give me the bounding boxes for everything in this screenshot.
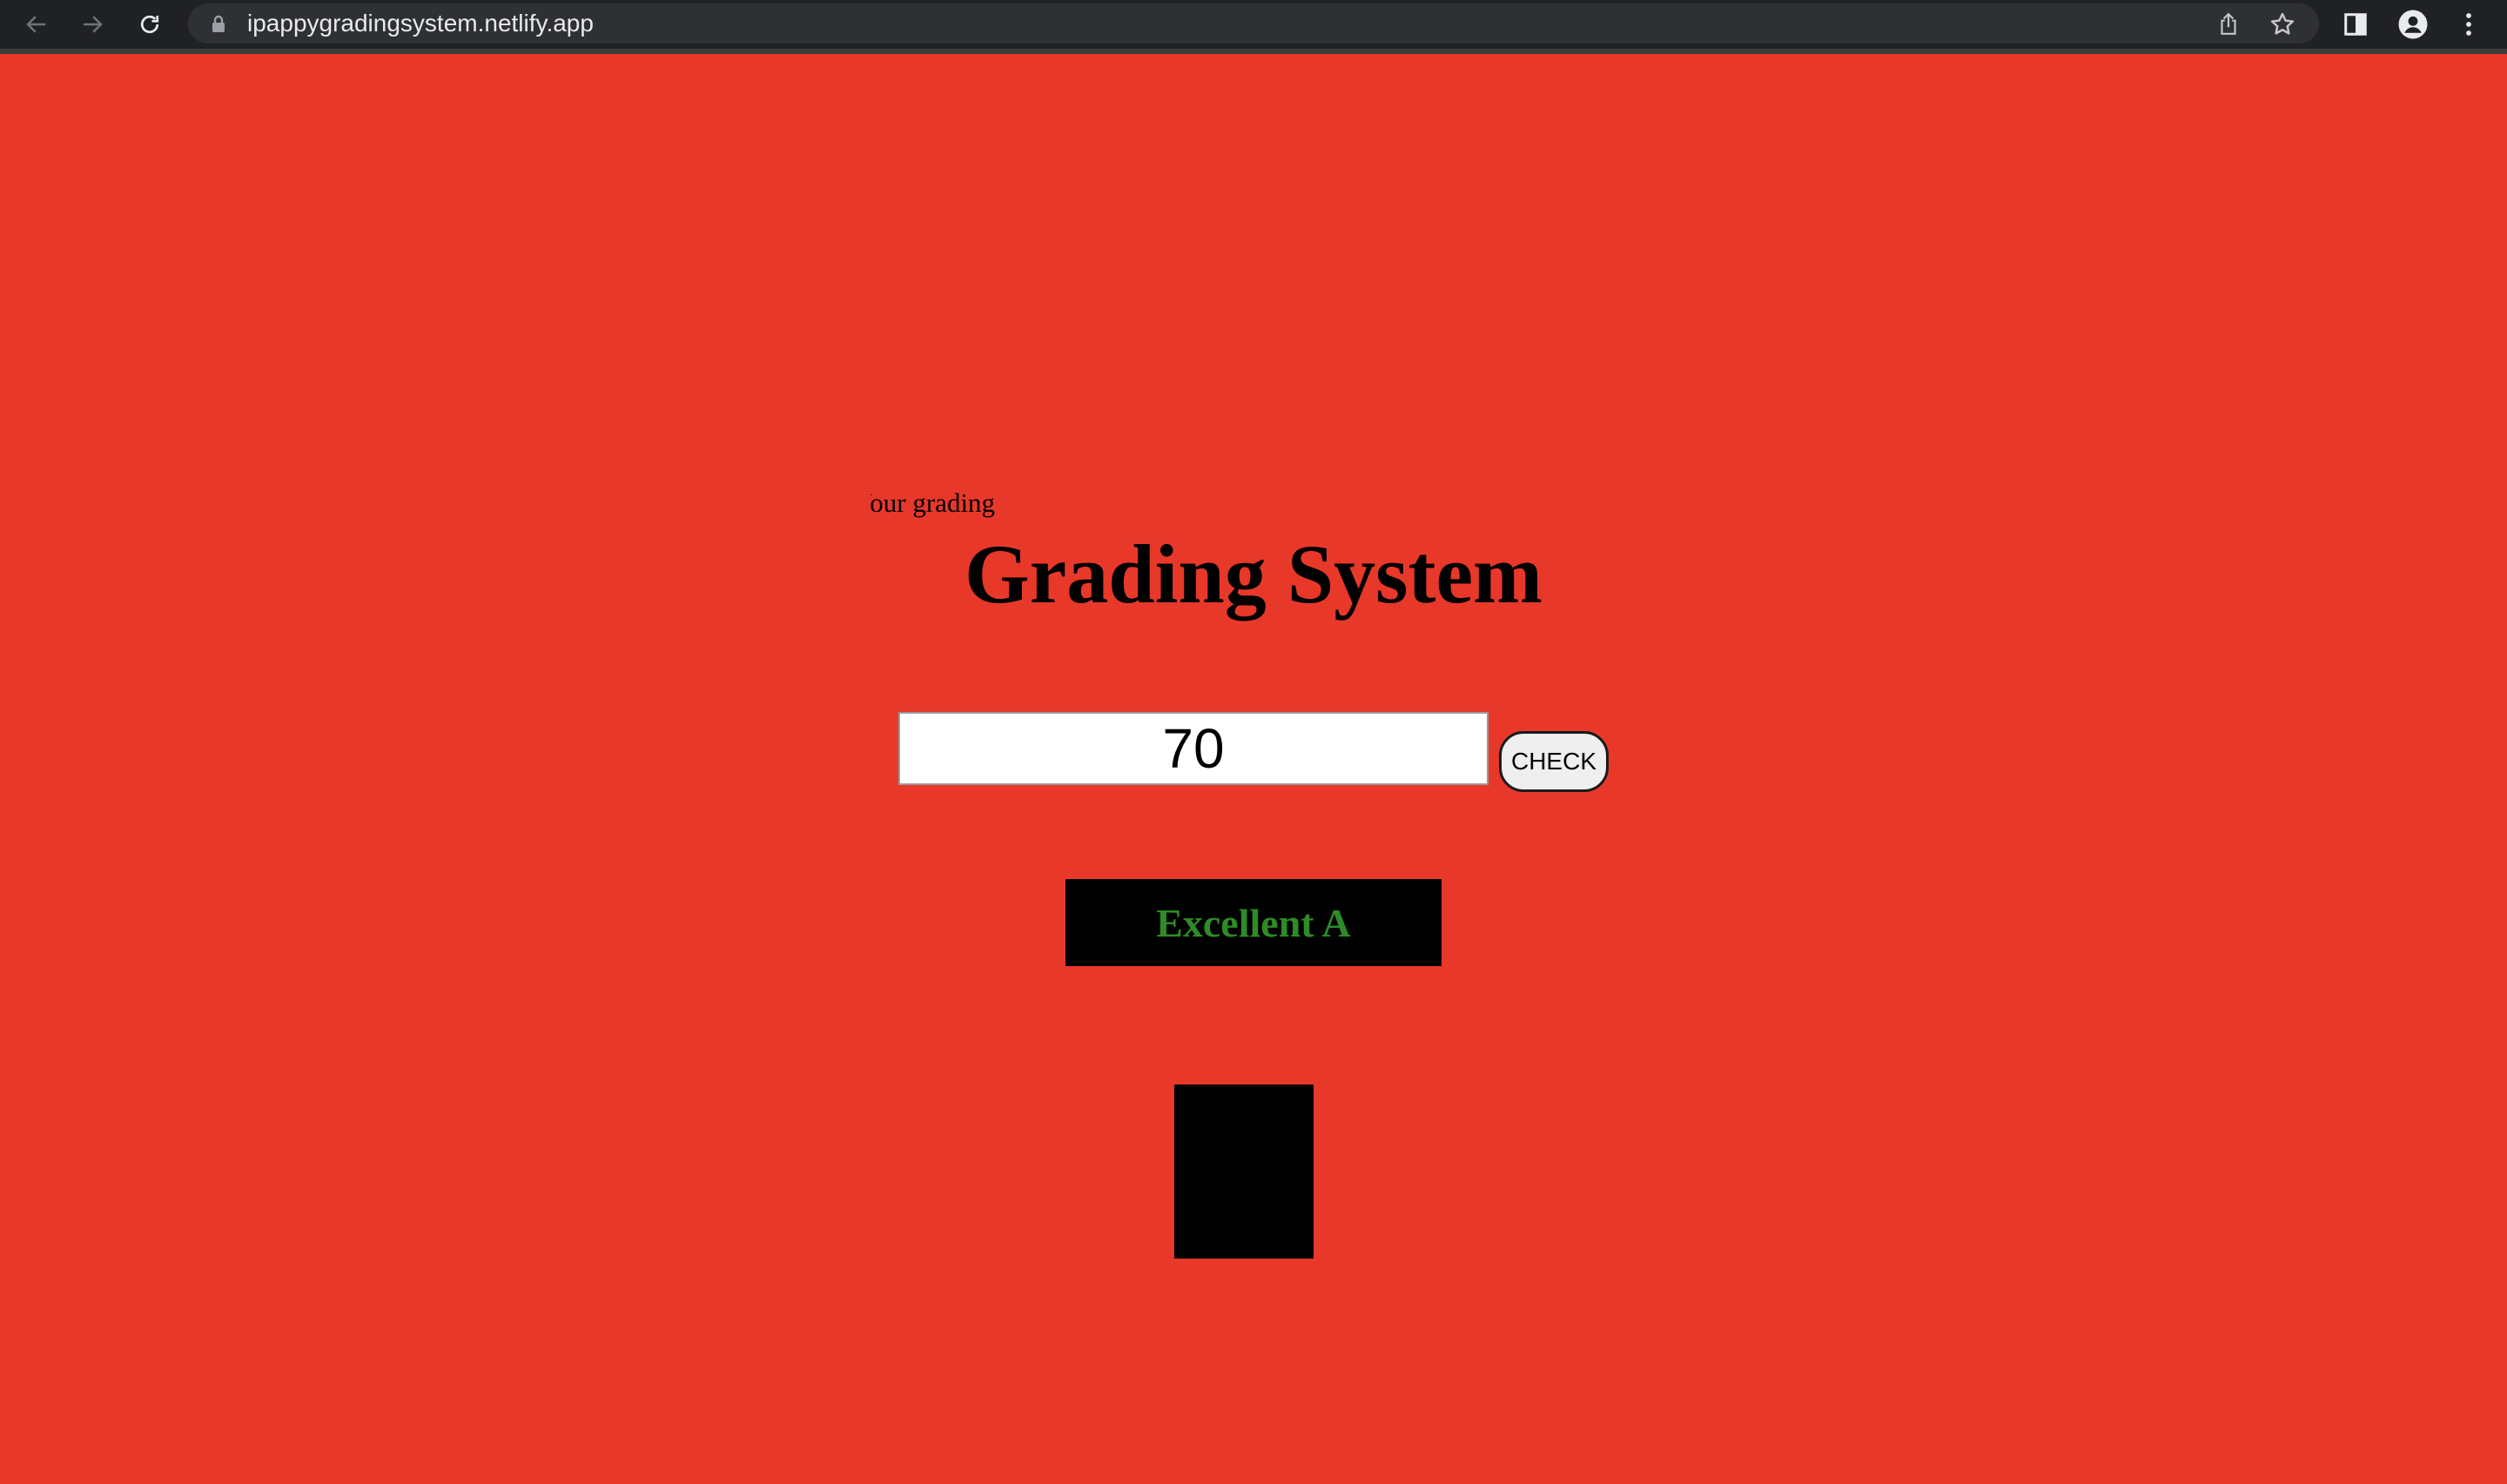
back-arrow-icon [26,16,45,33]
check-button[interactable]: CHECK [1499,731,1609,792]
lock-icon [211,15,226,38]
star-icon[interactable] [2268,10,2296,38]
scrolling-caption: Your grading [870,487,1045,522]
forward-arrow-icon [84,16,103,33]
reload-button[interactable] [132,7,167,42]
profile-icon[interactable] [2396,7,2430,42]
address-bar[interactable]: ipappygradingsystem.netlify.app [188,3,2319,44]
score-input[interactable] [898,712,1489,785]
toolbar-divider [0,49,2507,54]
url-text: ipappygradingsystem.netlify.app [247,10,594,37]
side-panel-icon[interactable] [2338,7,2373,42]
more-menu-icon[interactable] [2451,7,2486,42]
back-button[interactable] [19,7,54,42]
result-text: Excellent A [1156,900,1351,945]
result-box: Excellent A [1065,879,1442,966]
scrolling-caption-text: Your grading [870,487,996,518]
forward-button[interactable] [75,7,110,42]
reload-icon [140,15,159,34]
share-icon[interactable] [2215,10,2242,38]
page-title-text: Grading System [964,527,1543,621]
browser-toolbar: ipappygradingsystem.netlify.app [0,0,2507,54]
result-image-placeholder [1174,1084,1314,1259]
page-title: Grading System [0,522,2507,627]
